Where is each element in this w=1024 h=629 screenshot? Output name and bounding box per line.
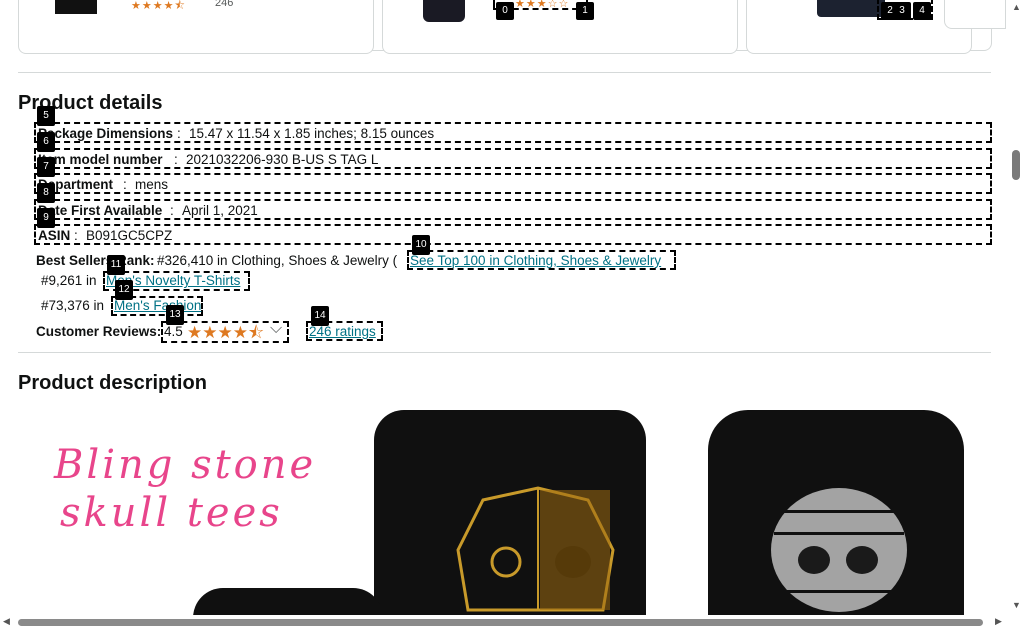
- image-caption-line2: skull tees: [60, 490, 283, 536]
- horizontal-scrollbar[interactable]: ◀ ▶: [0, 615, 1008, 629]
- detail-sep: :: [174, 152, 178, 167]
- marker-3: 3: [893, 2, 911, 20]
- silver-skull-graphic: [771, 488, 907, 612]
- scroll-up-icon[interactable]: ▲: [1012, 2, 1021, 12]
- page-content: ★★★★⯪ 246 ★★★☆☆ 0 1 2 3 4 Product detail…: [0, 0, 1008, 615]
- marker-6: 6: [37, 132, 55, 152]
- product-thumbnail[interactable]: [817, 0, 885, 17]
- detail-key: Package Dimensions: [38, 126, 174, 141]
- product-thumbnail[interactable]: [55, 0, 97, 14]
- detail-row-asin: ASIN : B091GC5CPZ: [34, 224, 992, 245]
- star-rating-icon[interactable]: ★★★★⯪: [187, 320, 264, 349]
- detail-key: Date First Available: [38, 203, 163, 218]
- star-rating: ★★★☆☆: [515, 0, 570, 10]
- marker-1: 1: [576, 2, 594, 20]
- divider: [18, 72, 991, 73]
- top100-link[interactable]: See Top 100 in Clothing, Shoes & Jewelry: [410, 253, 661, 268]
- sub-rank-2: #73,376 in: [41, 298, 105, 313]
- star-rating: ★★★★⯪: [131, 0, 186, 12]
- carousel-card[interactable]: ★★★★⯪ 246: [18, 0, 374, 54]
- marker-10: 10: [412, 235, 430, 255]
- detail-sep: :: [177, 126, 181, 141]
- average-rating: 4.5: [164, 324, 183, 339]
- mens-fashion-link[interactable]: Men's Fashion: [114, 298, 201, 313]
- carousel-card-partial[interactable]: [944, 0, 1006, 29]
- vertical-scrollbar[interactable]: ▲ ▼: [1008, 0, 1024, 615]
- divider: [18, 352, 991, 353]
- customer-reviews-label: Customer Reviews:: [36, 324, 162, 339]
- scroll-down-icon[interactable]: ▼: [1012, 600, 1021, 610]
- detail-sep: :: [170, 203, 174, 218]
- vertical-scroll-thumb[interactable]: [1012, 150, 1020, 180]
- detail-row-date-first-available: Date First Available : April 1, 2021: [34, 199, 992, 220]
- horizontal-scroll-thumb[interactable]: [18, 619, 983, 626]
- detail-row-department: Department : mens: [34, 173, 992, 194]
- marker-4: 4: [913, 2, 931, 20]
- detail-value: mens: [135, 177, 169, 192]
- detail-key: ASIN: [38, 228, 71, 243]
- detail-key: Item model number: [38, 152, 163, 167]
- marker-14: 14: [311, 306, 329, 326]
- product-description-image: Bling stone skull tees: [18, 410, 1008, 615]
- best-sellers-label: Best Sellers Rank:: [36, 253, 155, 268]
- detail-sep: :: [123, 177, 127, 192]
- tshirt-image: [193, 588, 383, 615]
- product-description-heading: Product description: [18, 372, 207, 394]
- scrollbar-corner: [1008, 615, 1024, 629]
- carousel-card[interactable]: ★★★☆☆ 0 1: [382, 0, 738, 54]
- detail-value: B091GC5CPZ: [86, 228, 173, 243]
- best-sellers-rank: #326,410 in Clothing, Shoes & Jewelry (: [157, 253, 398, 268]
- marker-0: 0: [496, 2, 514, 20]
- detail-value: 2021032206-930 B-US S TAG L: [186, 152, 379, 167]
- scroll-left-icon[interactable]: ◀: [3, 616, 10, 627]
- gold-skull-graphic: [456, 486, 615, 612]
- marker-12: 12: [115, 280, 133, 300]
- rating-count: 246: [215, 0, 234, 9]
- scroll-right-icon[interactable]: ▶: [995, 616, 1002, 627]
- marker-13: 13: [166, 305, 184, 325]
- detail-sep: :: [74, 228, 78, 243]
- sub-rank-1: #9,261 in: [41, 273, 97, 288]
- detail-value: April 1, 2021: [182, 203, 258, 218]
- chevron-down-icon[interactable]: ⌵: [270, 320, 282, 338]
- detail-row-package-dimensions: Package Dimensions : 15.47 x 11.54 x 1.8…: [34, 122, 992, 143]
- detail-value: 15.47 x 11.54 x 1.85 inches; 8.15 ounces: [189, 126, 435, 141]
- marker-8: 8: [37, 183, 55, 203]
- marker-7: 7: [37, 157, 55, 177]
- image-caption-line1: Bling stone: [54, 442, 317, 488]
- marker-9: 9: [37, 208, 55, 228]
- carousel-card[interactable]: 2 3 4: [746, 0, 972, 54]
- marker-5: 5: [37, 106, 55, 126]
- ratings-count-link[interactable]: 246 ratings: [309, 324, 376, 339]
- product-thumbnail[interactable]: [423, 0, 465, 22]
- marker-11: 11: [107, 255, 125, 275]
- detail-row-item-model-number: Item model number : 2021032206-930 B-US …: [34, 148, 992, 169]
